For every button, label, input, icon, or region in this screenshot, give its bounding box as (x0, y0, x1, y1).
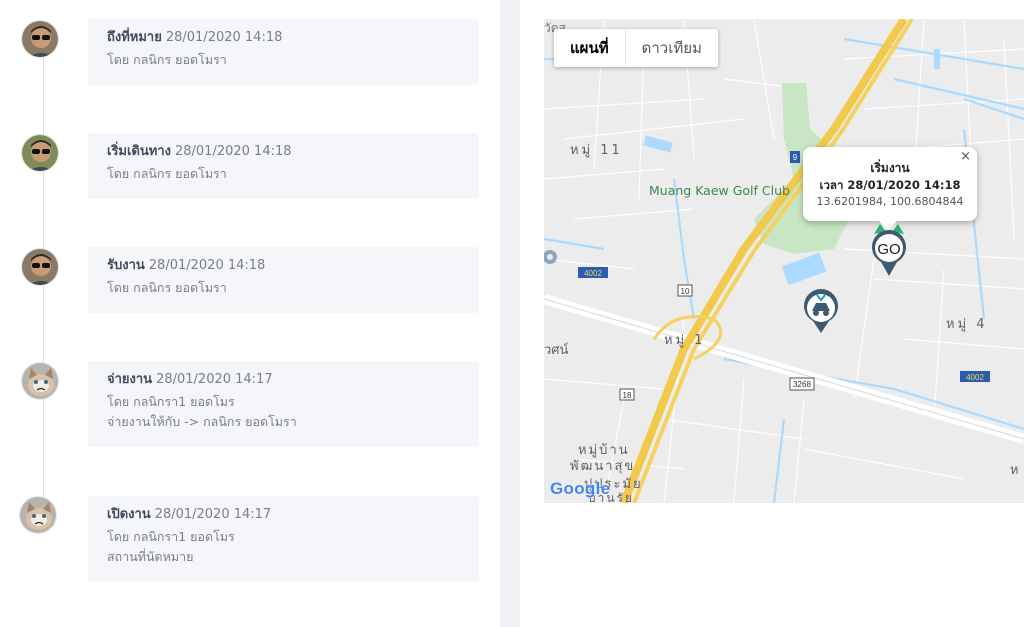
event-by: โดย กลนิกรา1 ยอดโมร (107, 394, 235, 409)
event-title: ถึงที่หมาย (107, 30, 162, 45)
route-shield-9: 9 (793, 153, 798, 162)
event-by: โดย กลนิกร ยอดโมรา (107, 52, 227, 67)
map-type-control: แผนที่ ดาวเทียม (554, 29, 718, 67)
map-type-map-button[interactable]: แผนที่ (554, 29, 626, 67)
driver-marker-pin[interactable] (802, 289, 840, 339)
map-label-golf-club: Muang Kaew Golf Club (649, 183, 790, 198)
info-time: เวลา 28/01/2020 14:18 (819, 178, 961, 192)
map-label-wat: วศน์ (544, 343, 569, 358)
google-logo-text: Google (550, 479, 611, 498)
event-title: รับงาน (107, 258, 145, 273)
start-marker-pin[interactable]: GO (870, 224, 908, 282)
event-title: เปิดงาน (107, 507, 151, 522)
route-shield-4002-left: 4002 (584, 269, 602, 278)
event-title: จ่ายงาน (107, 372, 153, 387)
timeline-card: รับงาน 28/01/2020 14:18 โดย กลนิกร ยอดโมร… (88, 247, 479, 313)
map-tiles: 9 10 18 4002 4002 3268 (544, 19, 1024, 503)
map-label-moo4: หมู่ 4 (946, 317, 988, 332)
map-view[interactable]: 9 10 18 4002 4002 3268 วัดสุ Muang Kaew … (544, 19, 1024, 503)
route-shield-18: 18 (623, 391, 632, 400)
route-shield-4002-right: 4002 (966, 373, 984, 382)
timeline-card: จ่ายงาน 28/01/2020 14:17 โดย กลนิกรา1 ยอด… (88, 361, 479, 447)
map-label-moo11: หมู่ 11 (570, 143, 623, 158)
timeline-card: ถึงที่หมาย 28/01/2020 14:18 โดย กลนิกร ยอ… (88, 19, 479, 85)
event-time: 28/01/2020 14:18 (148, 258, 266, 273)
event-time: 28/01/2020 14:17 (154, 507, 272, 522)
info-coordinates: 13.6201984, 100.6804844 (816, 195, 964, 208)
event-time: 28/01/2020 14:17 (156, 372, 273, 387)
timeline-card: เริ่มเดินทาง 28/01/2020 14:18 โดย กลนิกร … (88, 133, 479, 199)
route-shield-10: 10 (681, 287, 690, 296)
google-logo: Google (550, 479, 610, 499)
timeline-card: เปิดงาน 28/01/2020 14:17 โดย กลนิกรา1 ยอด… (88, 496, 479, 582)
map-type-satellite-button[interactable]: ดาวเทียม (626, 29, 718, 67)
info-title: เริ่มงาน (870, 161, 910, 175)
route-shield-3268: 3268 (793, 380, 811, 389)
event-by: โดย กลนิกร ยอดโมรา (107, 166, 227, 181)
avatar (19, 496, 57, 534)
activity-timeline: ถึงที่หมาย 28/01/2020 14:18 โดย กลนิกร ยอ… (0, 0, 500, 627)
event-by: โดย กลนิกรา1 ยอดโมร (107, 529, 235, 544)
close-icon[interactable]: × (960, 149, 971, 164)
event-by: โดย กลนิกร ยอดโมรา (107, 280, 227, 295)
map-label-right: ห (1010, 463, 1019, 478)
event-detail: จ่ายงานให้กับ -> กลนิกร ยอดโมรา (107, 414, 297, 429)
event-detail: สถานที่นัดหมาย (107, 549, 194, 564)
avatar (21, 134, 59, 172)
avatar (21, 362, 59, 400)
panel-divider (500, 0, 520, 627)
event-time: 28/01/2020 14:18 (165, 30, 283, 45)
go-pin-label: GO (877, 241, 900, 258)
event-time: 28/01/2020 14:18 (174, 144, 292, 159)
avatar (21, 20, 59, 58)
event-title: เริ่มเดินทาง (107, 144, 171, 159)
map-label-moo1: หมู่ 1 (664, 333, 706, 348)
avatar (21, 248, 59, 286)
marker-info-window: × เริ่มงาน เวลา 28/01/2020 14:18 13.6201… (803, 147, 977, 230)
